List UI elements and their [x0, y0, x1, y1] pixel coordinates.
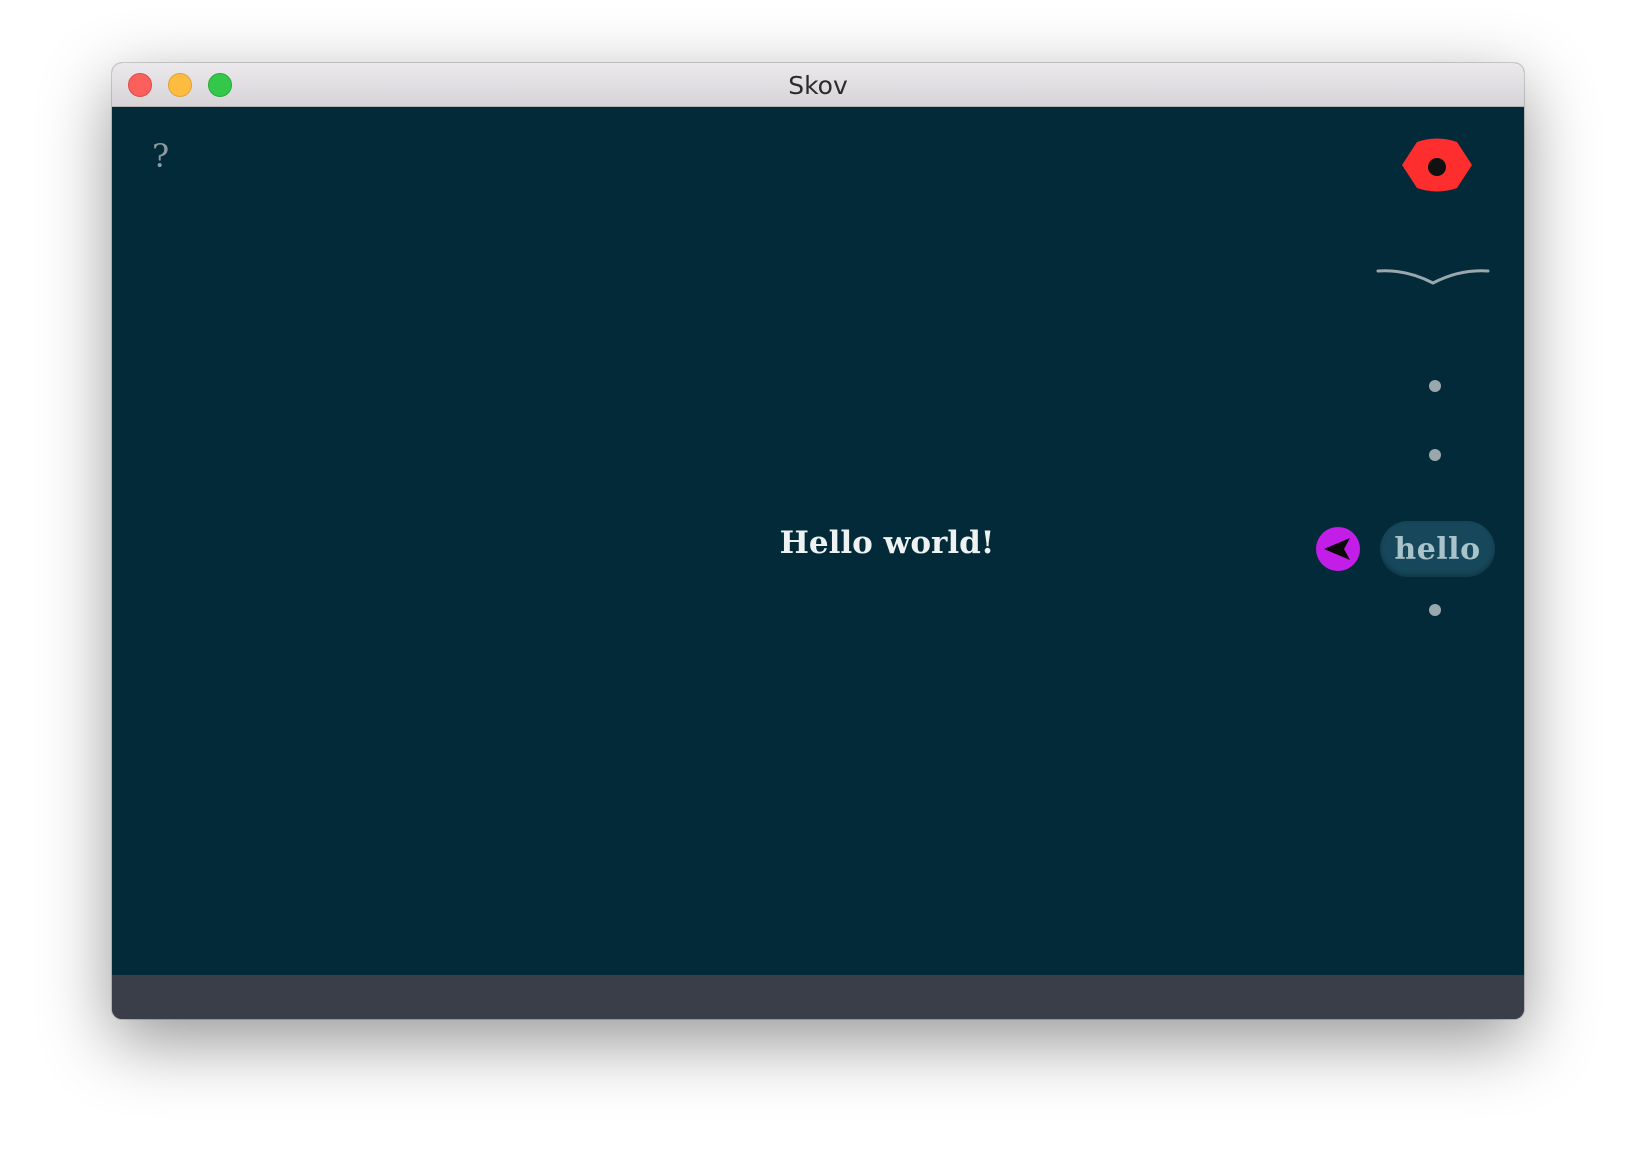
help-button[interactable]: ?: [152, 137, 169, 175]
word-block[interactable]: hello: [1380, 521, 1495, 577]
eye-icon[interactable]: [1400, 137, 1474, 193]
slot-dot-1[interactable]: [1429, 380, 1441, 392]
status-bar: [112, 975, 1524, 1019]
canvas[interactable]: ? Hello world! hello: [112, 107, 1524, 975]
send-arrow-icon[interactable]: [1315, 526, 1361, 572]
output-text: Hello world!: [779, 525, 995, 561]
app-window: Skov ? Hello world! hello: [112, 63, 1524, 1019]
window-title: Skov: [788, 71, 848, 100]
title-bar[interactable]: Skov: [112, 63, 1524, 107]
arc-icon[interactable]: [1376, 265, 1490, 291]
slot-dot-2[interactable]: [1429, 449, 1441, 461]
slot-dot-3[interactable]: [1429, 604, 1441, 616]
